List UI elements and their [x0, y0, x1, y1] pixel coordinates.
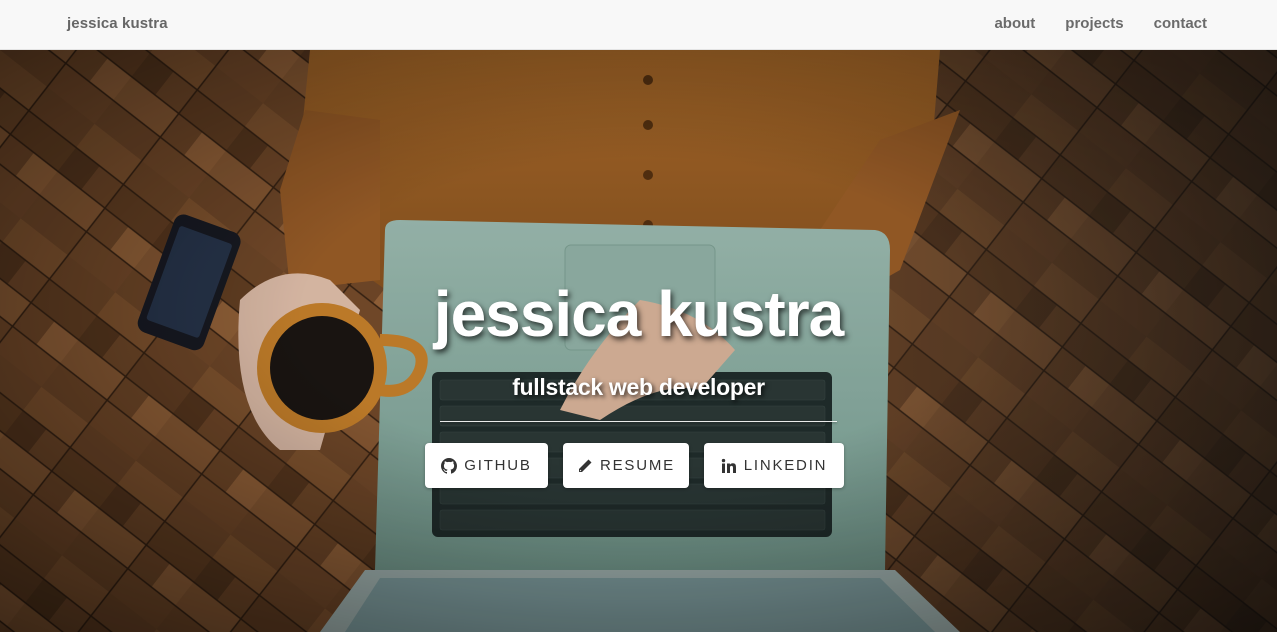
hero-content: jessica kustra fullstack web developer G…	[0, 50, 1277, 632]
nav-link-projects[interactable]: projects	[1065, 15, 1123, 32]
github-button-label: GITHUB	[464, 457, 532, 474]
linkedin-icon	[721, 458, 737, 474]
brand-link[interactable]: jessica kustra	[67, 15, 168, 32]
linkedin-button[interactable]: LINKEDIN	[704, 443, 844, 488]
resume-button[interactable]: RESUME	[563, 443, 689, 488]
hero-title: jessica kustra	[433, 278, 844, 350]
resume-button-label: RESUME	[600, 457, 675, 474]
nav-links: about projects contact	[994, 15, 1207, 32]
top-navbar: jessica kustra about projects contact	[0, 0, 1277, 50]
linkedin-button-label: LINKEDIN	[743, 457, 828, 474]
nav-link-about[interactable]: about	[994, 15, 1035, 32]
github-button[interactable]: GITHUB	[425, 443, 548, 488]
hero-subtitle: fullstack web developer	[512, 374, 765, 400]
hero-divider	[440, 421, 837, 422]
nav-link-contact[interactable]: contact	[1154, 15, 1207, 32]
hero-section: jessica kustra fullstack web developer G…	[0, 50, 1277, 632]
github-icon	[441, 457, 458, 474]
pencil-icon	[577, 458, 593, 474]
social-buttons: GITHUB RESUME LINKEDIN	[425, 443, 844, 488]
